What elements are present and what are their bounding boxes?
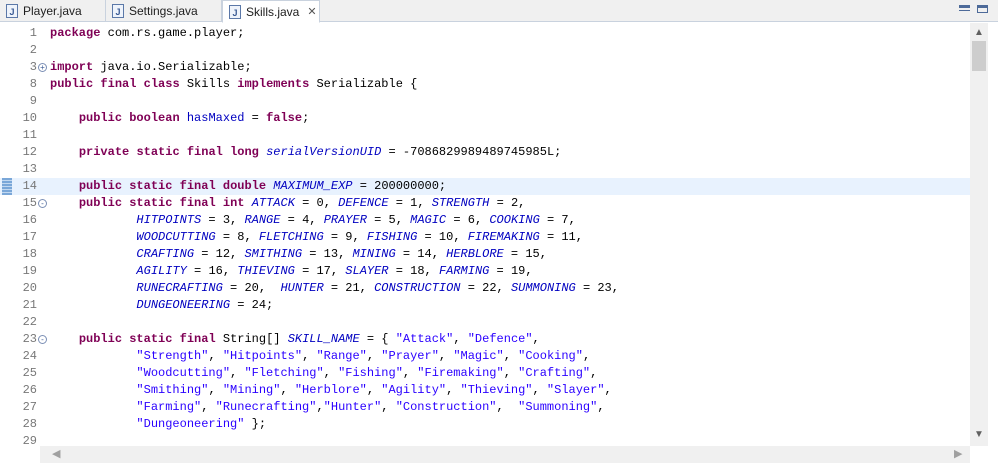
code-lines: 1 package com.rs.game.player; 2 3 + import ja… [0, 25, 970, 450]
line-source: public static final double MAXIMUM_EXP =… [78, 179, 447, 193]
code-line[interactable]: 16 HITPOINTS = 3, RANGE = 4, PRAYER = 5,… [0, 212, 970, 229]
line-number: 20 [22, 281, 37, 295]
code-line[interactable]: 27 "Farming", "Runecrafting","Hunter", "… [0, 399, 970, 416]
line-number: 23 [22, 332, 37, 346]
line-source: import java.io.Serializable; [50, 60, 252, 74]
line-number: 16 [22, 213, 37, 227]
code-line[interactable]: 18 CRAFTING = 12, SMITHING = 13, MINING … [0, 246, 970, 263]
tab-label: Settings.java [129, 4, 198, 18]
line-source: package com.rs.game.player; [50, 26, 245, 40]
line-number: 27 [22, 400, 37, 414]
line-number: 15 [22, 196, 37, 210]
line-source: "Farming", "Runecrafting","Hunter", "Con… [136, 400, 605, 414]
line-source: private static final long serialVersionU… [78, 145, 562, 159]
line-source: "Dungeoneering" }; [136, 417, 267, 431]
line-source: public static final int ATTACK = 0, DEFE… [78, 196, 526, 210]
line-number: 10 [22, 111, 37, 125]
line-number: 3 [29, 60, 37, 74]
scroll-right-icon[interactable]: ▶ [954, 447, 962, 460]
code-line[interactable]: 1 package com.rs.game.player; [0, 25, 970, 42]
line-number: 28 [22, 417, 37, 431]
code-line[interactable]: 21 DUNGEONEERING = 24; [0, 297, 970, 314]
maximize-icon[interactable] [977, 5, 988, 13]
line-source: public boolean hasMaxed = false; [78, 111, 310, 125]
line-source: HITPOINTS = 3, RANGE = 4, PRAYER = 5, MA… [136, 213, 576, 227]
vertical-scrollbar[interactable]: ▲ ▼ [970, 23, 988, 446]
line-source: AGILITY = 16, THIEVING = 17, SLAYER = 18… [136, 264, 533, 278]
line-number: 22 [22, 315, 37, 329]
code-line[interactable]: 14 public static final double MAXIMUM_EX… [0, 178, 970, 195]
line-number: 17 [22, 230, 37, 244]
line-source: WOODCUTTING = 8, FLETCHING = 9, FISHING … [136, 230, 583, 244]
code-line[interactable]: 8 public final class Skills implements Se… [0, 76, 970, 93]
code-line[interactable]: 19 AGILITY = 16, THIEVING = 17, SLAYER =… [0, 263, 970, 280]
code-line[interactable]: 26 "Smithing", "Mining", "Herblore", "Ag… [0, 382, 970, 399]
line-number: 24 [22, 349, 37, 363]
code-line[interactable]: 9 [0, 93, 970, 110]
collapse-fold-icon[interactable]: - [38, 335, 47, 344]
horizontal-scrollbar[interactable]: ◀ ▶ [40, 446, 970, 463]
line-source: "Smithing", "Mining", "Herblore", "Agili… [136, 383, 612, 397]
line-source: "Woodcutting", "Fletching", "Fishing", "… [136, 366, 598, 380]
code-line[interactable]: 11 [0, 127, 970, 144]
line-number: 14 [22, 179, 37, 193]
collapse-fold-icon[interactable]: - [38, 199, 47, 208]
java-file-icon: J [229, 4, 241, 19]
editor-tab-bar: J Player.java J Settings.java J Skills.j… [0, 0, 998, 23]
code-editor[interactable]: 1 package com.rs.game.player; 2 3 + import ja… [0, 23, 998, 448]
line-source: DUNGEONEERING = 24; [136, 298, 274, 312]
line-number: 19 [22, 264, 37, 278]
code-line[interactable]: 25 "Woodcutting", "Fletching", "Fishing"… [0, 365, 970, 382]
code-line[interactable]: 13 [0, 161, 970, 178]
occurrence-marker [2, 178, 12, 195]
line-number: 2 [29, 43, 37, 57]
line-number: 8 [29, 77, 37, 91]
scroll-left-icon[interactable]: ◀ [52, 447, 60, 460]
line-source: public static final String[] SKILL_NAME … [78, 332, 540, 346]
tab-settings-java[interactable]: J Settings.java [106, 0, 222, 22]
tab-label: Skills.java [246, 4, 300, 19]
line-number: 26 [22, 383, 37, 397]
line-number: 29 [22, 434, 37, 448]
code-line[interactable]: 28 "Dungeoneering" }; [0, 416, 970, 433]
expand-fold-icon[interactable]: + [38, 63, 47, 72]
line-source: CRAFTING = 12, SMITHING = 13, MINING = 1… [136, 247, 547, 261]
code-line[interactable]: 10 public boolean hasMaxed = false; [0, 110, 970, 127]
code-line[interactable]: 20 RUNECRAFTING = 20, HUNTER = 21, CONST… [0, 280, 970, 297]
tab-player-java[interactable]: J Player.java [0, 0, 106, 22]
code-line[interactable]: 12 private static final long serialVersi… [0, 144, 970, 161]
java-file-icon: J [112, 4, 124, 18]
code-line[interactable]: 23- public static final String[] SKILL_N… [0, 331, 970, 348]
line-number: 1 [29, 26, 37, 40]
line-source: public final class Skills implements Ser… [50, 77, 418, 91]
java-file-icon: J [6, 4, 18, 18]
code-line[interactable]: 22 [0, 314, 970, 331]
code-line[interactable]: 24 "Strength", "Hitpoints", "Range", "Pr… [0, 348, 970, 365]
line-number: 12 [22, 145, 37, 159]
tab-label: Player.java [23, 4, 82, 18]
code-line[interactable]: 17 WOODCUTTING = 8, FLETCHING = 9, FISHI… [0, 229, 970, 246]
scroll-down-icon[interactable]: ▼ [970, 429, 988, 440]
line-number: 21 [22, 298, 37, 312]
tab-skills-java[interactable]: J Skills.java ✕ [222, 0, 320, 23]
scroll-thumb[interactable] [972, 41, 986, 71]
code-line[interactable]: 15- public static final int ATTACK = 0, … [0, 195, 970, 212]
minimize-icon[interactable] [959, 5, 970, 11]
line-number: 18 [22, 247, 37, 261]
line-source: RUNECRAFTING = 20, HUNTER = 21, CONSTRUC… [136, 281, 619, 295]
line-number: 25 [22, 366, 37, 380]
line-number: 9 [29, 94, 37, 108]
line-number: 11 [22, 128, 37, 142]
code-line[interactable]: 2 [0, 42, 970, 59]
line-source: "Strength", "Hitpoints", "Range", "Praye… [136, 349, 591, 363]
code-line[interactable]: 3 + import java.io.Serializable; [0, 59, 970, 76]
close-tab-icon[interactable]: ✕ [307, 5, 316, 18]
line-number: 13 [22, 162, 37, 176]
scroll-up-icon[interactable]: ▲ [970, 27, 988, 38]
